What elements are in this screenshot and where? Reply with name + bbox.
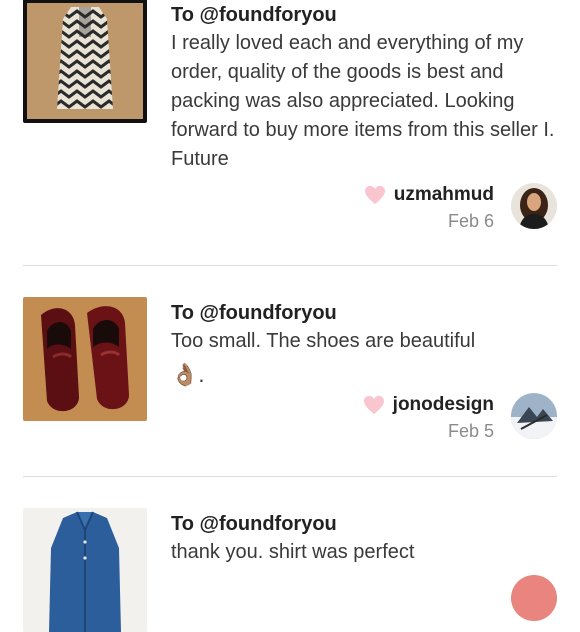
review-item-thumbnail[interactable]: [23, 297, 147, 421]
review-text: I really loved each and everything of my…: [171, 32, 555, 170]
avatar[interactable]: [511, 575, 557, 621]
blue-shirt-image: [23, 508, 147, 632]
review-item-thumbnail[interactable]: [23, 0, 147, 123]
review-item: To @foundforyou Too small. The shoes are…: [0, 266, 580, 476]
review-item-thumbnail[interactable]: [23, 508, 147, 632]
review-author[interactable]: uzmahmud: [364, 184, 494, 206]
user-avatar-icon: [511, 393, 557, 439]
review-date: Feb 6: [447, 211, 494, 231]
heart-icon[interactable]: [364, 185, 386, 205]
striped-dress-image: [23, 0, 147, 123]
review-date: Feb 5: [447, 421, 494, 441]
burgundy-loafers-image: [23, 297, 147, 421]
username[interactable]: uzmahmud: [394, 184, 494, 206]
review-recipient[interactable]: To @foundforyou: [171, 2, 337, 28]
review-emoji: 👌🏽.: [171, 362, 205, 387]
avatar[interactable]: [511, 393, 557, 439]
heart-icon[interactable]: [363, 395, 385, 415]
review-recipient[interactable]: To @foundforyou: [171, 511, 337, 537]
review-item: To @foundforyou I really loved each and …: [0, 0, 580, 265]
username[interactable]: jonodesign: [393, 394, 494, 416]
review-text: Too small. The shoes are beautiful: [171, 330, 476, 352]
user-avatar-icon: [511, 183, 557, 229]
review-recipient[interactable]: To @foundforyou: [171, 300, 337, 326]
review-text: thank you. shirt was perfect: [171, 541, 415, 563]
avatar[interactable]: [511, 183, 557, 229]
review-author[interactable]: jonodesign: [363, 394, 494, 416]
review-item: To @foundforyou thank you. shirt was per…: [0, 477, 580, 632]
